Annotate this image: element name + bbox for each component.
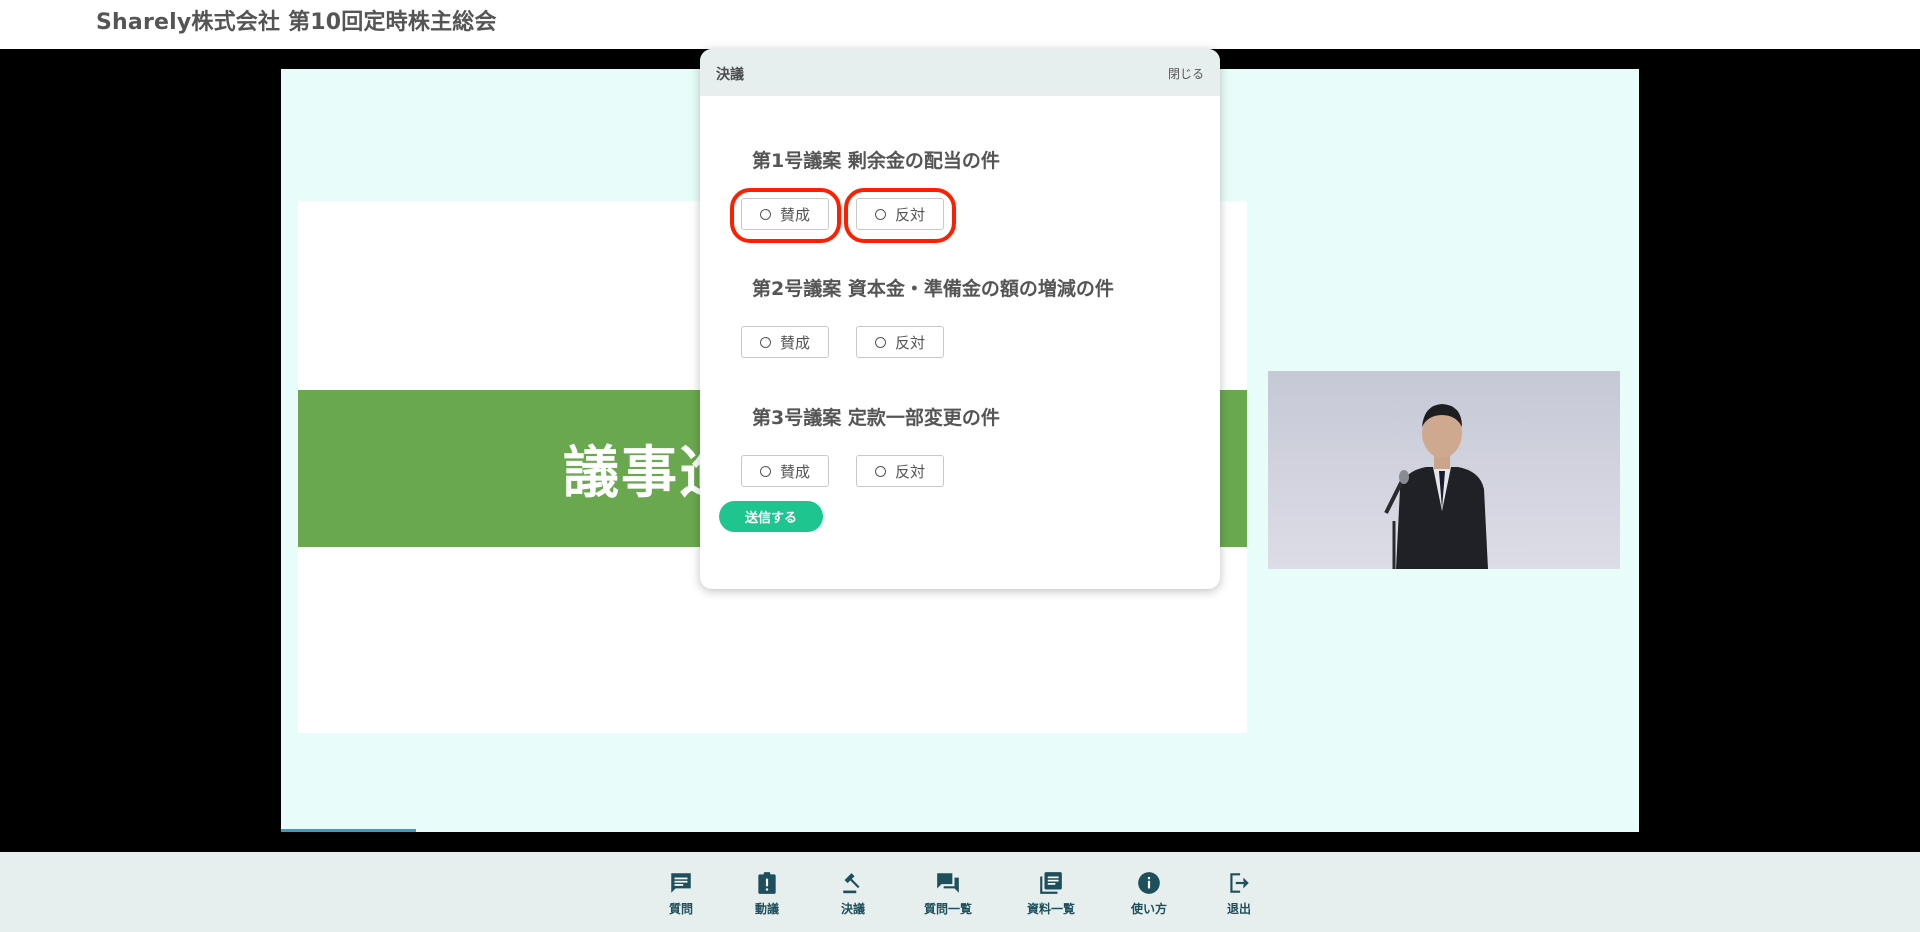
submit-button[interactable]: 送信する <box>719 501 823 532</box>
approve-label: 賛成 <box>779 462 810 481</box>
highlight-ring <box>844 188 956 243</box>
speaker-figure <box>1268 371 1620 569</box>
toolbar-label: 使い方 <box>1130 902 1167 916</box>
toolbar-item-motion[interactable]: 動議 <box>722 870 812 917</box>
comment-icon <box>671 873 691 893</box>
slide-progress-bar <box>281 829 416 832</box>
gavel-icon <box>843 873 860 894</box>
speaker-video <box>1268 371 1620 569</box>
toolbar-label: 質問 <box>668 902 693 916</box>
forum-icon <box>937 873 959 893</box>
close-button[interactable]: 閉じる <box>1168 65 1204 82</box>
app-header: Sharely株式会社 第10回定時株主総会 <box>0 0 1920 49</box>
oppose-label: 反対 <box>894 462 925 481</box>
resolution-modal: 決議 閉じる 第1号議案 剰余金の配当の件 賛成 反対 第2号議案 資本金・準備… <box>700 49 1220 589</box>
proposal-title: 第1号議案 剰余金の配当の件 <box>752 150 1000 172</box>
toolbar-item-resolution[interactable]: 決議 <box>808 870 898 917</box>
toolbar-item-question[interactable]: 質問 <box>636 870 726 917</box>
toolbar-item-documents[interactable]: 資料一覧 <box>1006 870 1096 917</box>
modal-title: 決議 <box>716 67 744 83</box>
toolbar-label: 決議 <box>840 902 865 916</box>
approve-label: 賛成 <box>779 333 810 352</box>
proposal-title: 第3号議案 定款一部変更の件 <box>752 407 1000 429</box>
modal-header: 決議 閉じる <box>700 49 1220 96</box>
info-icon <box>1138 872 1160 894</box>
clipboard-alert-icon <box>758 872 776 894</box>
highlight-ring <box>730 188 841 243</box>
toolbar-label: 質問一覧 <box>923 902 972 916</box>
oppose-button[interactable]: 反対 <box>856 326 944 358</box>
approve-button[interactable]: 賛成 <box>741 455 829 487</box>
proposal-title: 第2号議案 資本金・準備金の額の増減の件 <box>752 278 1114 300</box>
toolbar-label: 動議 <box>754 902 779 916</box>
radio-icon <box>759 465 771 477</box>
radio-icon <box>874 336 886 348</box>
library-books-icon <box>1040 872 1062 894</box>
toolbar-item-question-list[interactable]: 質問一覧 <box>903 870 993 917</box>
oppose-label: 反対 <box>894 333 925 352</box>
bottom-toolbar: 質問 動議 決議 質問一覧 資料一覧 使い方 退出 <box>0 852 1920 932</box>
radio-icon <box>759 336 771 348</box>
toolbar-item-exit[interactable]: 退出 <box>1194 870 1284 917</box>
toolbar-label: 資料一覧 <box>1026 902 1075 916</box>
approve-button[interactable]: 賛成 <box>741 326 829 358</box>
meeting-title: Sharely株式会社 第10回定時株主総会 <box>96 10 497 35</box>
toolbar-item-help[interactable]: 使い方 <box>1104 870 1194 917</box>
toolbar-label: 退出 <box>1226 902 1251 916</box>
logout-icon <box>1230 873 1249 893</box>
radio-icon <box>874 465 886 477</box>
oppose-button[interactable]: 反対 <box>856 455 944 487</box>
